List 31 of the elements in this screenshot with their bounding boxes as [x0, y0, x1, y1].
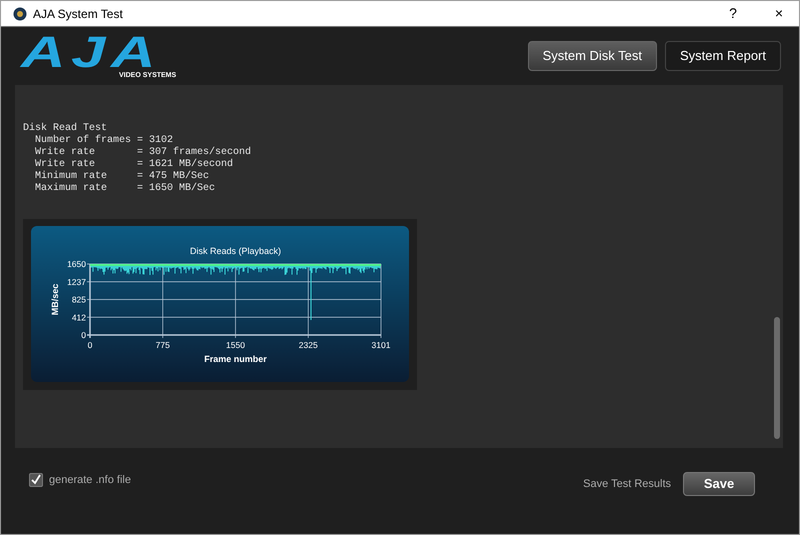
log-line: Minimum rate = 475 MB/Sec	[34, 171, 210, 182]
checkbox[interactable]	[29, 473, 43, 488]
x-tick-label: 775	[156, 340, 170, 350]
save-button[interactable]: Save	[683, 472, 755, 496]
logo-wordmark: AJA	[21, 33, 162, 73]
help-button[interactable]: ?	[713, 3, 753, 24]
header-button[interactable]: System Disk Test	[528, 41, 658, 70]
checkbox-label: generate .nfo file	[49, 473, 131, 488]
log-line: Maximum rate = 1650 MB/Sec	[34, 183, 216, 195]
chart-title: Disk Reads (Playback)	[190, 246, 282, 256]
y-axis-label: MB/sec	[50, 284, 60, 316]
window-title: AJA System Test	[33, 6, 124, 22]
log-line: Disk Read Test	[23, 123, 108, 134]
log-line: Write rate = 1621 MB/second	[34, 159, 234, 170]
y-tick-label: 1650	[67, 259, 86, 269]
y-tick-label: 412	[72, 312, 86, 322]
close-button[interactable]: ×	[759, 3, 799, 24]
x-axis-label: Frame number	[204, 354, 267, 364]
y-tick-label: 825	[72, 294, 86, 304]
y-tick-label: 0	[81, 330, 86, 340]
app-icon	[13, 6, 27, 20]
x-tick-label: 2325	[298, 340, 318, 350]
y-tick-label: 1237	[67, 276, 86, 287]
x-tick-label: 1550	[226, 340, 245, 350]
header-button[interactable]: System Report	[665, 41, 781, 70]
log-line: Number of frames = 3102	[34, 135, 174, 146]
x-tick-label: 3101	[372, 340, 390, 350]
scrollbar-thumb[interactable]	[774, 317, 780, 439]
x-tick-label: 0	[88, 340, 92, 350]
save-results-label: Save Test Results	[583, 476, 671, 492]
log-line: Write rate = 307 frames/second	[34, 147, 252, 158]
